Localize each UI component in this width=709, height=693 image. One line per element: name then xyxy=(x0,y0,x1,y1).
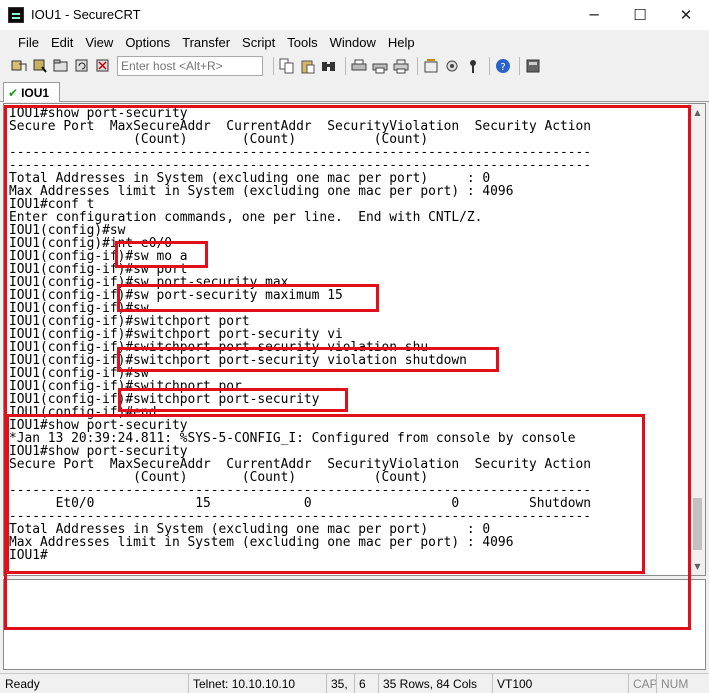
status-bar: Ready Telnet: 10.10.10.10 35, 6 35 Rows,… xyxy=(0,673,709,693)
toolbar-separator xyxy=(345,57,346,75)
copy-icon[interactable] xyxy=(278,57,296,75)
menu-file[interactable]: File xyxy=(12,35,45,50)
annotation-sw-mo-a-box xyxy=(115,241,208,268)
tab-iou1[interactable]: ✔ IOU1 xyxy=(3,82,60,102)
window-title: IOU1 - SecureCRT xyxy=(31,7,141,22)
toolbar-separator xyxy=(489,57,490,75)
scroll-down-icon[interactable]: ▼ xyxy=(689,558,705,575)
status-num: NUM xyxy=(656,674,709,693)
toolbar-separator xyxy=(417,57,418,75)
scroll-up-icon[interactable]: ▲ xyxy=(689,104,705,121)
menu-window[interactable]: Window xyxy=(324,35,382,50)
securecrt-app-icon[interactable] xyxy=(8,7,24,23)
annotation-port-security-box xyxy=(118,388,348,412)
paste-icon[interactable] xyxy=(299,57,317,75)
session-options-icon[interactable] xyxy=(422,57,440,75)
svg-text:?: ? xyxy=(500,62,505,73)
menu-edit[interactable]: Edit xyxy=(45,35,79,50)
host-input[interactable] xyxy=(117,56,263,76)
help-icon[interactable]: ? xyxy=(494,57,512,75)
close-button[interactable]: ✕ xyxy=(663,0,709,30)
menu-transfer[interactable]: Transfer xyxy=(176,35,236,50)
menu-tools[interactable]: Tools xyxy=(281,35,323,50)
annotation-violation-box xyxy=(117,347,499,372)
menu-help[interactable]: Help xyxy=(382,35,421,50)
annotation-maximum-box xyxy=(117,284,379,312)
print-icon[interactable] xyxy=(350,57,368,75)
status-connection: Telnet: 10.10.10.10 xyxy=(188,674,326,693)
status-cap: CAP xyxy=(628,674,658,693)
quick-connect-icon[interactable] xyxy=(31,57,49,75)
print-setup-icon[interactable] xyxy=(392,57,410,75)
print-screen-icon[interactable] xyxy=(371,57,389,75)
toolbar-separator xyxy=(519,57,520,75)
annotation-result-box xyxy=(6,414,645,574)
status-size: 35 Rows, 84 Cols xyxy=(378,674,492,693)
sftp-icon[interactable] xyxy=(524,57,542,75)
check-icon: ✔ xyxy=(8,85,19,100)
status-emulation: VT100 xyxy=(492,674,628,693)
toolbar: ? xyxy=(0,53,709,79)
tab-label: IOU1 xyxy=(21,85,50,100)
minimize-button[interactable]: ─ xyxy=(571,0,617,30)
reconnect-icon[interactable] xyxy=(73,57,91,75)
status-ready: Ready xyxy=(5,677,40,691)
disconnect-icon[interactable] xyxy=(94,57,112,75)
toolbar-separator xyxy=(273,57,274,75)
status-col: 6 xyxy=(354,674,378,693)
keymap-icon[interactable] xyxy=(464,57,482,75)
session-tab-bar: ✔ IOU1 xyxy=(0,80,709,102)
menu-script[interactable]: Script xyxy=(236,35,281,50)
maximize-button[interactable]: ☐ xyxy=(617,0,663,30)
status-row: 35, xyxy=(326,674,354,693)
menu-options[interactable]: Options xyxy=(119,35,176,50)
connect-in-tab-icon[interactable] xyxy=(52,57,70,75)
menu-view[interactable]: View xyxy=(79,35,119,50)
find-icon[interactable] xyxy=(320,57,338,75)
connect-icon[interactable] xyxy=(10,57,28,75)
scroll-thumb[interactable] xyxy=(693,498,702,550)
menu-bar: File Edit View Options Transfer Script T… xyxy=(0,31,709,53)
global-options-icon[interactable] xyxy=(443,57,461,75)
title-bar: IOU1 - SecureCRT ─ ☐ ✕ xyxy=(0,0,709,30)
